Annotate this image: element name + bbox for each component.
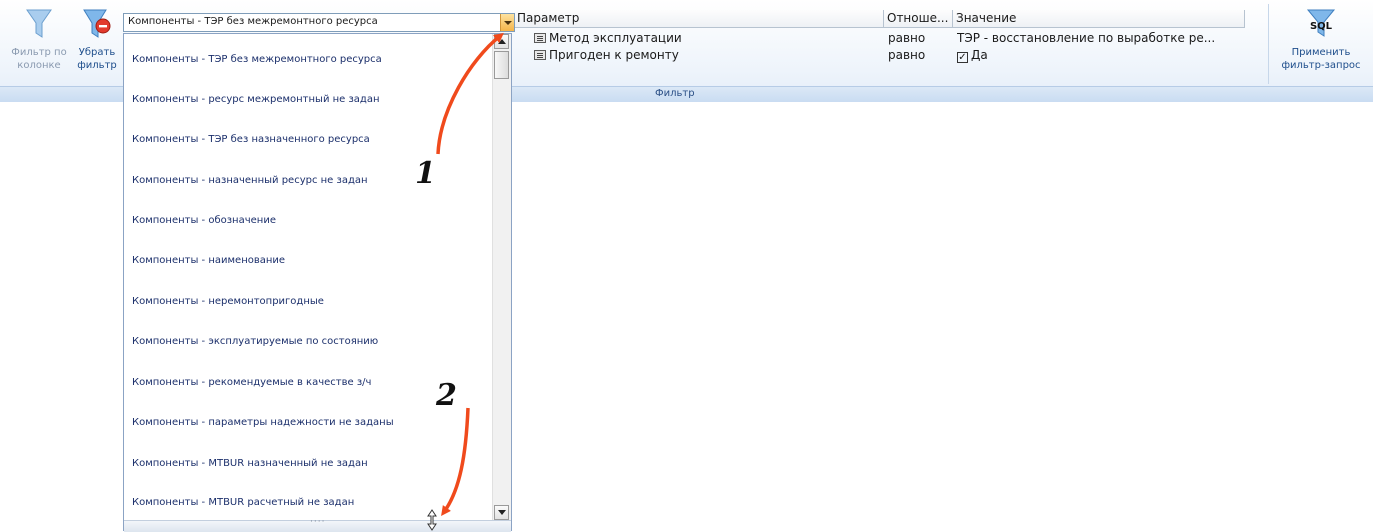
scroll-down-button[interactable] xyxy=(494,505,509,520)
list-item[interactable]: Компоненты - ТЭР без межремонтного ресур… xyxy=(132,54,382,65)
list-item[interactable]: Компоненты - MTBUR назначенный не задан xyxy=(132,458,368,469)
value-text: Да xyxy=(971,48,988,62)
list-item[interactable]: Компоненты - ТЭР без назначенного ресурс… xyxy=(132,134,370,145)
svg-text:SQL: SQL xyxy=(1310,21,1333,32)
apply-query-label-1: Применить xyxy=(1291,47,1351,58)
value-cell: ТЭР - восстановление по выработке ре... xyxy=(957,31,1216,45)
funnel-remove-icon xyxy=(83,9,111,38)
annotation-number-2: 2 xyxy=(436,378,457,413)
list-item[interactable]: Компоненты - назначенный ресурс не задан xyxy=(132,175,368,186)
list-field-icon xyxy=(534,33,546,43)
param-text: Метод эксплуатации xyxy=(549,31,682,45)
list-item[interactable]: Компоненты - неремонтопригодные xyxy=(132,296,324,307)
apply-query-label-2: фильтр-запрос xyxy=(1281,60,1361,71)
filter-preset-combo[interactable]: Компоненты - ТЭР без межремонтного ресур… xyxy=(123,13,515,32)
filter-by-column-label-2: колонке xyxy=(17,60,61,71)
list-item[interactable]: Компоненты - ресурс межремонтный не зада… xyxy=(132,94,380,105)
sql-funnel-icon: SQL xyxy=(1306,9,1336,37)
filter-by-column-label-1: Фильтр по xyxy=(11,47,67,58)
scroll-up-button[interactable] xyxy=(494,34,509,49)
relation-cell: равно xyxy=(888,48,926,62)
column-header-value[interactable]: Значение xyxy=(953,10,1245,28)
grip-dots: ···· xyxy=(310,517,326,527)
list-item[interactable]: Компоненты - параметры надежности не зад… xyxy=(132,417,394,428)
arrow-down-icon xyxy=(498,510,506,515)
boolean-field-icon xyxy=(534,50,546,60)
scroll-thumb[interactable] xyxy=(494,51,509,79)
apply-filter-query-button[interactable]: SQL Применить фильтр-запрос xyxy=(1272,6,1370,72)
list-item[interactable]: Компоненты - наименование xyxy=(132,255,285,266)
param-text: Пригоден к ремонту xyxy=(549,48,679,62)
dropdown-resize-grip[interactable]: ···· xyxy=(124,517,511,532)
param-cell: Пригоден к ремонту xyxy=(534,48,874,62)
filter-grid: Параметр Отноше... Значение Метод эксплу… xyxy=(514,10,1254,70)
group-caption-label: Фильтр xyxy=(655,88,695,99)
relation-cell: равно xyxy=(888,31,926,45)
remove-filter-label-1: Убрать xyxy=(78,47,116,58)
ribbon-separator xyxy=(1268,4,1269,84)
annotation-number-1: 1 xyxy=(415,156,436,191)
list-item[interactable]: Компоненты - обозначение xyxy=(132,215,276,226)
column-header-parameter[interactable]: Параметр xyxy=(514,10,884,28)
list-item[interactable]: Компоненты - эксплуатируемые по состояни… xyxy=(132,336,378,347)
remove-filter-button[interactable]: Убрать фильтр xyxy=(74,6,120,72)
remove-filter-label-2: фильтр xyxy=(77,60,117,71)
filter-preset-dropdown: Компоненты - ТЭР без межремонтного ресур… xyxy=(123,33,512,531)
combo-dropdown-button[interactable] xyxy=(500,14,514,31)
filter-by-column-button[interactable]: Фильтр по колонке xyxy=(8,6,70,72)
funnel-icon xyxy=(26,9,52,38)
value-cell: ✓ Да xyxy=(957,48,1247,63)
chevron-down-icon xyxy=(504,21,512,25)
list-item[interactable]: Компоненты - рекомендуемые в качестве з/… xyxy=(132,377,371,388)
combo-selected-value: Компоненты - ТЭР без межремонтного ресур… xyxy=(128,16,378,27)
dropdown-scrollbar[interactable] xyxy=(492,34,511,524)
list-item[interactable]: Компоненты - MTBUR расчетный не задан xyxy=(132,497,354,508)
column-header-relation[interactable]: Отноше... xyxy=(884,10,953,28)
repairable-checkbox[interactable]: ✓ xyxy=(957,52,968,63)
arrow-up-icon xyxy=(498,39,506,44)
param-cell: Метод эксплуатации xyxy=(534,31,874,45)
